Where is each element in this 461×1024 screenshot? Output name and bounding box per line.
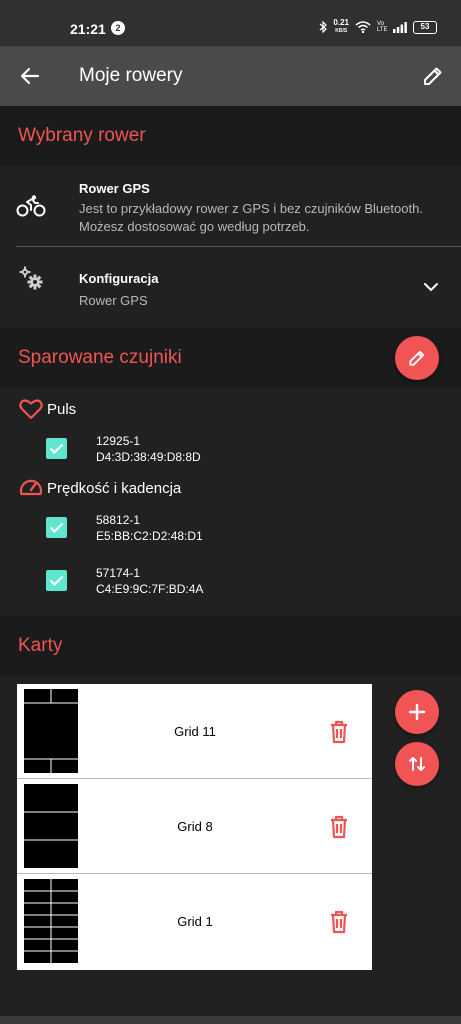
card-thumbnail: [24, 879, 78, 963]
config-value: Rower GPS: [79, 293, 148, 308]
config-label: Konfiguracja: [79, 271, 159, 286]
swap-vertical-icon: [409, 757, 425, 771]
status-icons: 0.21 KB/S Vo LTE 53: [319, 19, 437, 35]
volte-label: Vo LTE: [377, 21, 388, 33]
bike-name: Rower GPS: [79, 181, 150, 196]
add-card-button[interactable]: [395, 690, 439, 734]
card-name: Grid 8: [177, 819, 213, 834]
card-item[interactable]: Grid 8: [17, 779, 372, 874]
trash-icon[interactable]: [329, 815, 349, 839]
sensor-checkbox[interactable]: [46, 438, 67, 459]
gears-icon: [19, 266, 43, 290]
navigation-bar: [0, 1016, 461, 1024]
bluetooth-icon: [320, 21, 328, 33]
sensor-checkbox[interactable]: [46, 517, 67, 538]
status-time: 21:21: [70, 21, 106, 37]
network-speed: 0.21 KB/S: [333, 18, 349, 35]
sensor-id: 57174-1: [96, 566, 141, 580]
sensor-mac: D4:3D:38:49:D8:8D: [96, 450, 201, 464]
wifi-icon: [355, 21, 371, 33]
speedometer-icon: [19, 479, 43, 496]
card-thumbnail: [24, 689, 78, 773]
sensor-mac: E5:BB:C2:D2:48:D1: [96, 529, 203, 543]
section-title: Sparowane czujniki: [18, 347, 182, 368]
cards-list: Grid 11 Grid 8 Grid 1: [17, 684, 372, 970]
section-title: Wybrany rower: [18, 125, 146, 146]
app-bar: Moje rowery: [0, 46, 461, 106]
sensor-group-heart-rate: Puls: [18, 396, 76, 422]
sensor-checkbox[interactable]: [46, 570, 67, 591]
card-item[interactable]: Grid 11: [17, 684, 372, 779]
configuration-dropdown[interactable]: Konfiguracja Rower GPS: [0, 247, 461, 328]
sensor-group-speed-cadence: Prędkość i kadencja: [18, 475, 181, 501]
pencil-icon[interactable]: [421, 64, 445, 88]
edit-sensors-button[interactable]: [395, 336, 439, 380]
sensor-group-name: Prędkość i kadencja: [47, 479, 182, 497]
sensor-id: 58812-1: [96, 513, 141, 527]
card-item[interactable]: Grid 1: [17, 874, 372, 969]
cards-header: Karty: [0, 616, 461, 676]
status-bar: 21:21 2 0.21 KB/S Vo LTE 53: [0, 0, 461, 46]
plus-icon: [408, 703, 426, 721]
notification-badge: 2: [111, 21, 125, 35]
sensor-mac: C4:E9:9C:7F:BD:4A: [96, 582, 204, 596]
card-name: Grid 1: [177, 914, 213, 929]
bike-description: Jest to przykładowy rower z GPS i bez cz…: [79, 201, 423, 234]
page-title: Moje rowery: [79, 65, 183, 86]
trash-icon[interactable]: [329, 720, 349, 744]
paired-sensors-header: Sparowane czujniki: [0, 328, 461, 388]
reorder-cards-button[interactable]: [395, 742, 439, 786]
battery-indicator: 53: [413, 20, 437, 34]
signal-icon: [393, 21, 407, 33]
selected-bike-header: Wybrany rower: [0, 106, 461, 166]
sensor-group-name: Puls: [47, 400, 77, 418]
selected-bike-row[interactable]: Rower GPS Jest to przykładowy rower z GP…: [0, 166, 461, 246]
trash-icon[interactable]: [329, 910, 349, 934]
section-title: Karty: [18, 635, 63, 656]
arrow-left-icon[interactable]: [18, 64, 42, 88]
sensor-id: 12925-1: [96, 434, 141, 448]
chevron-down-icon: [424, 283, 438, 292]
card-thumbnail: [24, 784, 78, 868]
pencil-icon: [409, 350, 425, 366]
bicycle-icon: [16, 195, 46, 217]
heart-icon: [19, 399, 43, 420]
card-name: Grid 11: [174, 724, 216, 739]
